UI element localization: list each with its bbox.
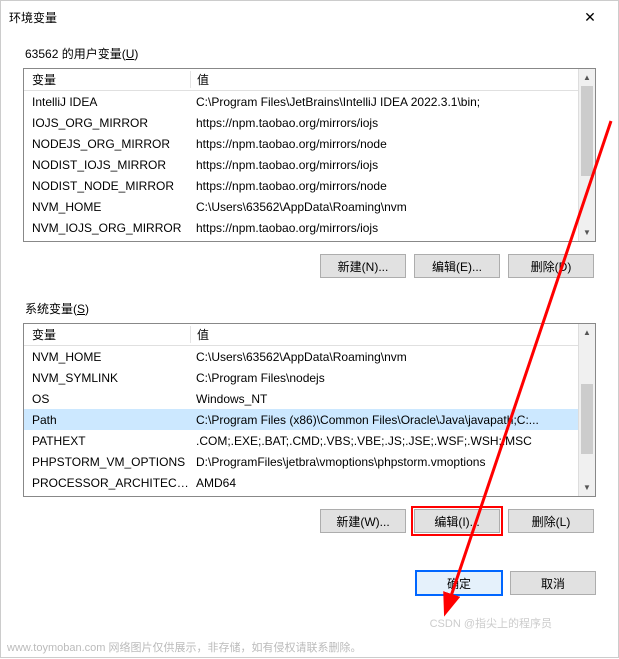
cell-value: https://npm.taobao.org/mirrors/iojs: [190, 221, 595, 235]
user-button-row: 新建(N)... 编辑(E)... 删除(D): [23, 242, 596, 286]
column-value[interactable]: 值: [190, 71, 595, 88]
cell-value: https://npm.taobao.org/mirrors/iojs: [190, 158, 595, 172]
table-row[interactable]: OSWindows_NT: [24, 388, 595, 409]
cell-value: C:\Program Files\JetBrains\IntelliJ IDEA…: [190, 95, 595, 109]
cell-variable: IOJS_ORG_MIRROR: [24, 116, 190, 130]
cell-variable: OS: [24, 392, 190, 406]
system-variables-label: 系统变量(S): [23, 300, 596, 317]
cell-value: Windows_NT: [190, 392, 595, 406]
cell-variable: PHPSTORM_VM_OPTIONS: [24, 455, 190, 469]
user-variables-table[interactable]: 变量 值 IntelliJ IDEAC:\Program Files\JetBr…: [23, 68, 596, 242]
cell-variable: PATHEXT: [24, 434, 190, 448]
scrollbar[interactable]: ▲ ▼: [578, 69, 595, 241]
table-row[interactable]: NODIST_IOJS_MIRRORhttps://npm.taobao.org…: [24, 154, 595, 175]
table-row[interactable]: NVM_SYMLINKC:\Program Files\nodejs: [24, 367, 595, 388]
table-row[interactable]: NVM_IOJS_ORG_MIRRORhttps://npm.taobao.or…: [24, 217, 595, 238]
system-rows: NVM_HOMEC:\Users\63562\AppData\Roaming\n…: [24, 346, 595, 493]
cell-variable: IntelliJ IDEA: [24, 95, 190, 109]
system-variables-table[interactable]: 变量 值 NVM_HOMEC:\Users\63562\AppData\Roam…: [23, 323, 596, 497]
system-delete-button[interactable]: 删除(L): [508, 509, 594, 533]
close-icon: ✕: [584, 9, 596, 26]
footer-watermark: www.toymoban.com 网络图片仅供展示，非存储，如有侵权请联系删除。…: [7, 639, 612, 655]
system-variables-group: 系统变量(S) 变量 值 NVM_HOMEC:\Users\63562\AppD…: [23, 300, 596, 541]
table-header: 变量 值: [24, 69, 595, 91]
cancel-button[interactable]: 取消: [510, 571, 596, 595]
user-delete-button[interactable]: 删除(D): [508, 254, 594, 278]
table-row[interactable]: PHPSTORM_VM_OPTIONSD:\ProgramFiles\jetbr…: [24, 451, 595, 472]
cell-variable: NVM_HOME: [24, 200, 190, 214]
cell-value: C:\Program Files (x86)\Common Files\Orac…: [190, 413, 595, 427]
cell-variable: NVM_IOJS_ORG_MIRROR: [24, 221, 190, 235]
watermark-left: www.toymoban.com 网络图片仅供展示，非存储，如有侵权请联系删除。: [7, 639, 361, 655]
table-row[interactable]: IOJS_ORG_MIRRORhttps://npm.taobao.org/mi…: [24, 112, 595, 133]
scroll-down-icon[interactable]: ▼: [579, 224, 595, 241]
column-variable[interactable]: 变量: [24, 71, 190, 88]
user-variables-group: 63562 的用户变量(U) 变量 值 IntelliJ IDEAC:\Prog…: [23, 45, 596, 286]
dialog-content: 63562 的用户变量(U) 变量 值 IntelliJ IDEAC:\Prog…: [1, 33, 618, 541]
scroll-thumb[interactable]: [581, 86, 593, 176]
close-button[interactable]: ✕: [570, 3, 610, 31]
table-header: 变量 值: [24, 324, 595, 346]
table-row[interactable]: PROCESSOR_ARCHITECT...AMD64: [24, 472, 595, 493]
table-row[interactable]: NODIST_NODE_MIRRORhttps://npm.taobao.org…: [24, 175, 595, 196]
table-row[interactable]: PATHEXT.COM;.EXE;.BAT;.CMD;.VBS;.VBE;.JS…: [24, 430, 595, 451]
table-row[interactable]: NODEJS_ORG_MIRRORhttps://npm.taobao.org/…: [24, 133, 595, 154]
cell-value: C:\Program Files\nodejs: [190, 371, 595, 385]
cell-value: C:\Users\63562\AppData\Roaming\nvm: [190, 200, 595, 214]
scroll-up-icon[interactable]: ▲: [579, 324, 595, 341]
cell-variable: NVM_HOME: [24, 350, 190, 364]
cell-variable: NODEJS_ORG_MIRROR: [24, 137, 190, 151]
cell-value: .COM;.EXE;.BAT;.CMD;.VBS;.VBE;.JS;.JSE;.…: [190, 434, 595, 448]
system-new-button[interactable]: 新建(W)...: [320, 509, 406, 533]
cell-value: D:\ProgramFiles\jetbra\vmoptions\phpstor…: [190, 455, 595, 469]
dialog-buttons: 确定 取消: [1, 555, 618, 607]
table-row[interactable]: NVM_HOMEC:\Users\63562\AppData\Roaming\n…: [24, 346, 595, 367]
column-variable[interactable]: 变量: [24, 326, 190, 343]
env-variables-dialog: 环境变量 ✕ 63562 的用户变量(U) 变量 值 IntelliJ IDEA…: [0, 0, 619, 658]
scrollbar[interactable]: ▲ ▼: [578, 324, 595, 496]
user-variables-label: 63562 的用户变量(U): [23, 45, 596, 62]
column-value[interactable]: 值: [190, 326, 595, 343]
scroll-thumb[interactable]: [581, 384, 593, 454]
table-row[interactable]: PathC:\Program Files (x86)\Common Files\…: [24, 409, 595, 430]
user-rows: IntelliJ IDEAC:\Program Files\JetBrains\…: [24, 91, 595, 238]
cell-variable: PROCESSOR_ARCHITECT...: [24, 476, 190, 490]
cell-variable: NODIST_IOJS_MIRROR: [24, 158, 190, 172]
table-row[interactable]: NVM_HOMEC:\Users\63562\AppData\Roaming\n…: [24, 196, 595, 217]
titlebar: 环境变量 ✕: [1, 1, 618, 33]
cell-variable: NODIST_NODE_MIRROR: [24, 179, 190, 193]
ok-button[interactable]: 确定: [416, 571, 502, 595]
user-edit-button[interactable]: 编辑(E)...: [414, 254, 500, 278]
dialog-title: 环境变量: [9, 9, 570, 26]
watermark-right: CSDN @指尖上的程序员: [430, 615, 552, 631]
cell-value: https://npm.taobao.org/mirrors/node: [190, 179, 595, 193]
cell-variable: NVM_SYMLINK: [24, 371, 190, 385]
system-button-row: 新建(W)... 编辑(I)... 删除(L): [23, 497, 596, 541]
cell-value: AMD64: [190, 476, 595, 490]
cell-value: https://npm.taobao.org/mirrors/node: [190, 137, 595, 151]
cell-value: C:\Users\63562\AppData\Roaming\nvm: [190, 350, 595, 364]
system-edit-button[interactable]: 编辑(I)...: [414, 509, 500, 533]
scroll-down-icon[interactable]: ▼: [579, 479, 595, 496]
cell-variable: Path: [24, 413, 190, 427]
table-row[interactable]: IntelliJ IDEAC:\Program Files\JetBrains\…: [24, 91, 595, 112]
cell-value: https://npm.taobao.org/mirrors/iojs: [190, 116, 595, 130]
scroll-up-icon[interactable]: ▲: [579, 69, 595, 86]
user-new-button[interactable]: 新建(N)...: [320, 254, 406, 278]
